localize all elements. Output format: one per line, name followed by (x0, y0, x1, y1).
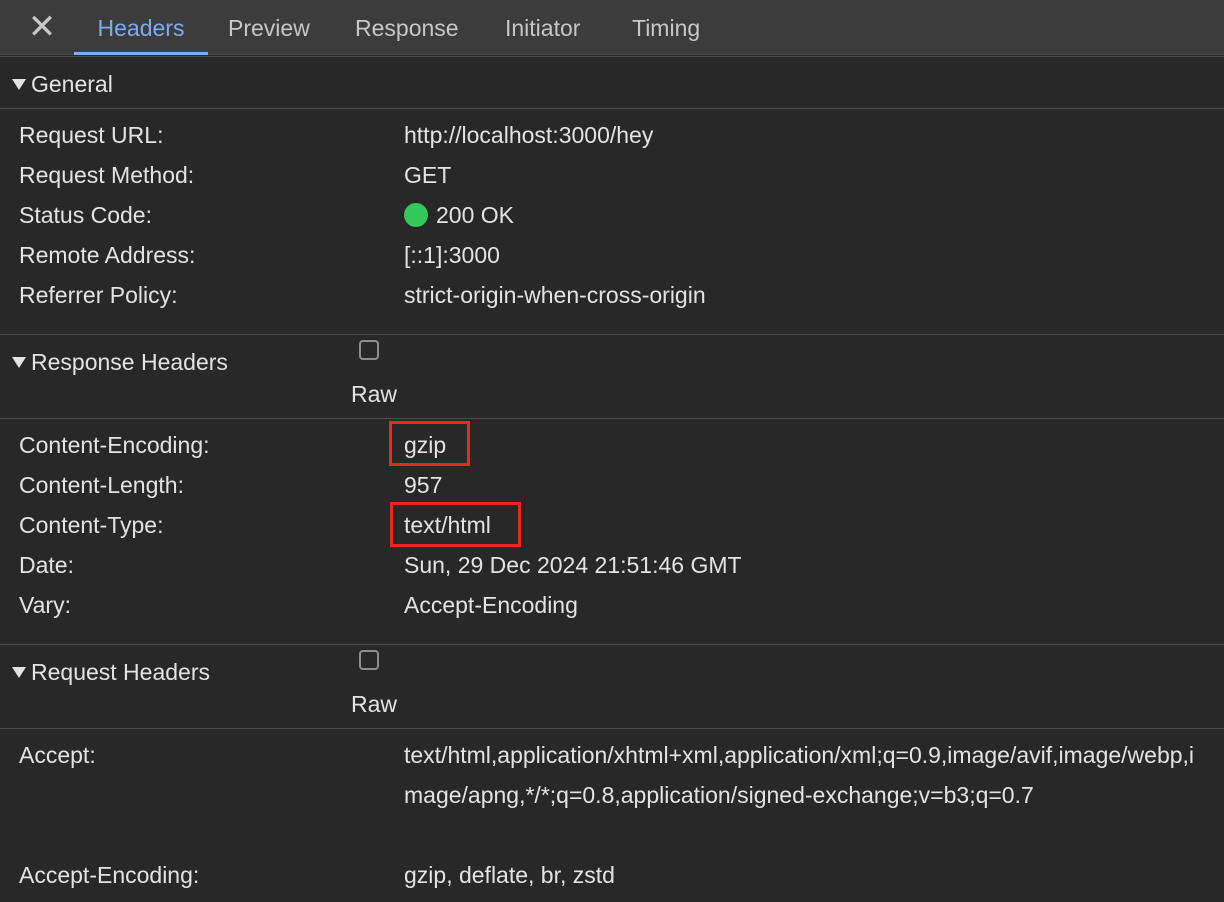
response-header-value: text/html (404, 512, 491, 538)
tab-headers[interactable]: Headers (74, 0, 208, 55)
general-row-name: Request URL: (19, 122, 164, 148)
general-row-name: Status Code: (19, 202, 152, 228)
tab-response[interactable]: Response (355, 0, 459, 55)
collapse-triangle-icon (12, 667, 26, 678)
tab-preview[interactable]: Preview (228, 0, 310, 55)
response-header-name: Content-Encoding: (19, 432, 210, 458)
status-ok-icon (404, 203, 428, 227)
general-row-value: [::1]:3000 (404, 242, 500, 268)
request-headers-section-header: Request Headers Raw (0, 644, 1224, 729)
response-header-value: Accept-Encoding (404, 592, 578, 618)
general-row-value: strict-origin-when-cross-origin (404, 282, 706, 308)
general-row-value: http://localhost:3000/hey (404, 122, 654, 148)
general-row-value: GET (404, 162, 452, 188)
general-toggle[interactable]: General (12, 71, 113, 98)
section-title-response-headers: Response Headers (31, 349, 228, 375)
request-header-name: Accept: (19, 742, 96, 768)
response-header-name: Content-Type: (19, 512, 164, 538)
tab-bar: ✕ Headers Preview Response Initiator Tim… (0, 0, 1224, 55)
response-header-value: Sun, 29 Dec 2024 21:51:46 GMT (404, 552, 742, 578)
general-row-name: Request Method: (19, 162, 195, 188)
section-title-general: General (31, 71, 113, 97)
status-code-value: 200 OK (404, 202, 514, 229)
response-header-name: Date: (19, 552, 74, 578)
tab-timing[interactable]: Timing (632, 0, 700, 55)
request-header-value: text/html,application/xhtml+xml,applicat… (404, 742, 1195, 808)
close-icon[interactable]: ✕ (24, 9, 60, 45)
raw-checkbox[interactable] (359, 340, 379, 360)
response-header-name: Vary: (19, 592, 71, 618)
request-headers-toggle[interactable]: Request Headers (12, 659, 210, 686)
collapse-triangle-icon (12, 357, 26, 368)
general-row-name: Referrer Policy: (19, 282, 178, 308)
tab-initiator[interactable]: Initiator (505, 0, 580, 55)
general-row-name: Remote Address: (19, 242, 196, 268)
general-section-header: General (0, 56, 1224, 109)
raw-label: Raw (351, 381, 398, 407)
request-header-name: Accept-Encoding: (19, 862, 200, 888)
response-header-name: Content-Length: (19, 472, 184, 498)
status-code-text: 200 OK (436, 202, 514, 228)
response-header-value: gzip (404, 432, 447, 458)
collapse-triangle-icon (12, 79, 26, 90)
raw-label: Raw (351, 691, 398, 717)
response-headers-section-header: Response Headers Raw (0, 334, 1224, 419)
response-header-value: 957 (404, 472, 443, 498)
request-header-value: gzip, deflate, br, zstd (404, 862, 615, 888)
raw-checkbox[interactable] (359, 650, 379, 670)
section-title-request-headers: Request Headers (31, 659, 210, 685)
response-headers-toggle[interactable]: Response Headers (12, 349, 228, 376)
